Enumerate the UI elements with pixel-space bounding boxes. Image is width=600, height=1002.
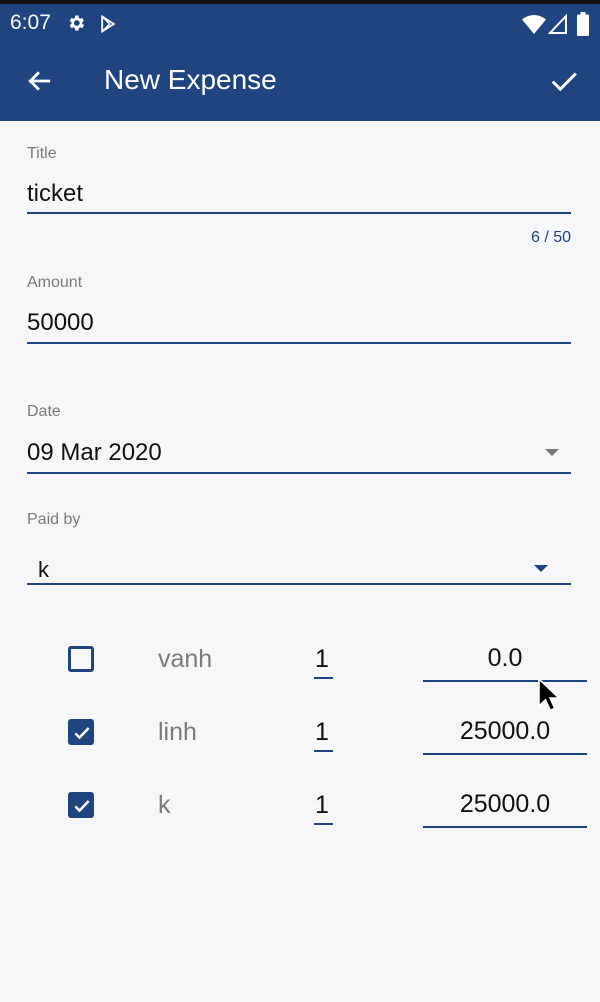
signal-icon bbox=[548, 13, 567, 34]
title-input[interactable]: ticket bbox=[27, 180, 83, 208]
member-row: linh 1 25000.0 bbox=[0, 705, 600, 765]
back-arrow-icon[interactable] bbox=[26, 68, 52, 94]
title-label: Title bbox=[27, 145, 57, 162]
check-icon bbox=[74, 727, 90, 740]
member-checkbox[interactable] bbox=[68, 646, 94, 672]
share-input[interactable]: 1 bbox=[315, 645, 329, 674]
status-time: 6:07 bbox=[10, 11, 51, 34]
share-underline bbox=[314, 677, 333, 679]
title-counter: 6 / 50 bbox=[530, 229, 571, 246]
battery-icon bbox=[577, 12, 589, 36]
title-underline bbox=[27, 212, 571, 214]
member-name: linh bbox=[158, 718, 197, 746]
page-title: New Expense bbox=[104, 64, 277, 95]
member-name: vanh bbox=[158, 645, 213, 673]
amount-share-input[interactable]: 25000.0 bbox=[423, 717, 587, 746]
amount-share-input[interactable]: 25000.0 bbox=[423, 790, 587, 819]
play-store-icon bbox=[101, 14, 116, 34]
check-icon bbox=[74, 800, 90, 813]
cursor-icon bbox=[538, 678, 560, 712]
gear-icon bbox=[69, 15, 84, 31]
wifi-icon bbox=[522, 15, 546, 34]
share-underline bbox=[314, 750, 333, 752]
share-underline bbox=[314, 823, 333, 825]
date-label: Date bbox=[27, 403, 61, 420]
amount-share-underline bbox=[423, 826, 587, 828]
check-icon[interactable] bbox=[549, 66, 579, 96]
share-input[interactable]: 1 bbox=[315, 791, 329, 820]
app-bar: New Expense bbox=[0, 42, 600, 121]
amount-share-input[interactable]: 0.0 bbox=[423, 644, 587, 673]
amount-label: Amount bbox=[27, 274, 83, 291]
dropdown-arrow-icon[interactable] bbox=[545, 449, 559, 456]
date-underline bbox=[27, 472, 571, 474]
amount-share-underline bbox=[423, 753, 587, 755]
member-checkbox[interactable] bbox=[68, 719, 94, 745]
status-bar: 6:07 bbox=[0, 0, 600, 42]
paid-by-label: Paid by bbox=[27, 511, 81, 528]
paid-by-underline bbox=[27, 583, 571, 585]
member-name: k bbox=[158, 791, 171, 819]
member-checkbox[interactable] bbox=[68, 792, 94, 818]
amount-underline bbox=[27, 342, 571, 344]
dropdown-arrow-icon[interactable] bbox=[534, 565, 548, 572]
date-select[interactable]: 09 Mar 2020 bbox=[27, 439, 162, 467]
share-input[interactable]: 1 bbox=[315, 718, 329, 747]
amount-input[interactable]: 50000 bbox=[27, 309, 94, 337]
member-row: vanh 1 0.0 bbox=[0, 632, 600, 692]
paid-by-select[interactable]: k bbox=[38, 557, 49, 583]
member-row: k 1 25000.0 bbox=[0, 778, 600, 838]
amount-share-underline bbox=[423, 680, 587, 682]
